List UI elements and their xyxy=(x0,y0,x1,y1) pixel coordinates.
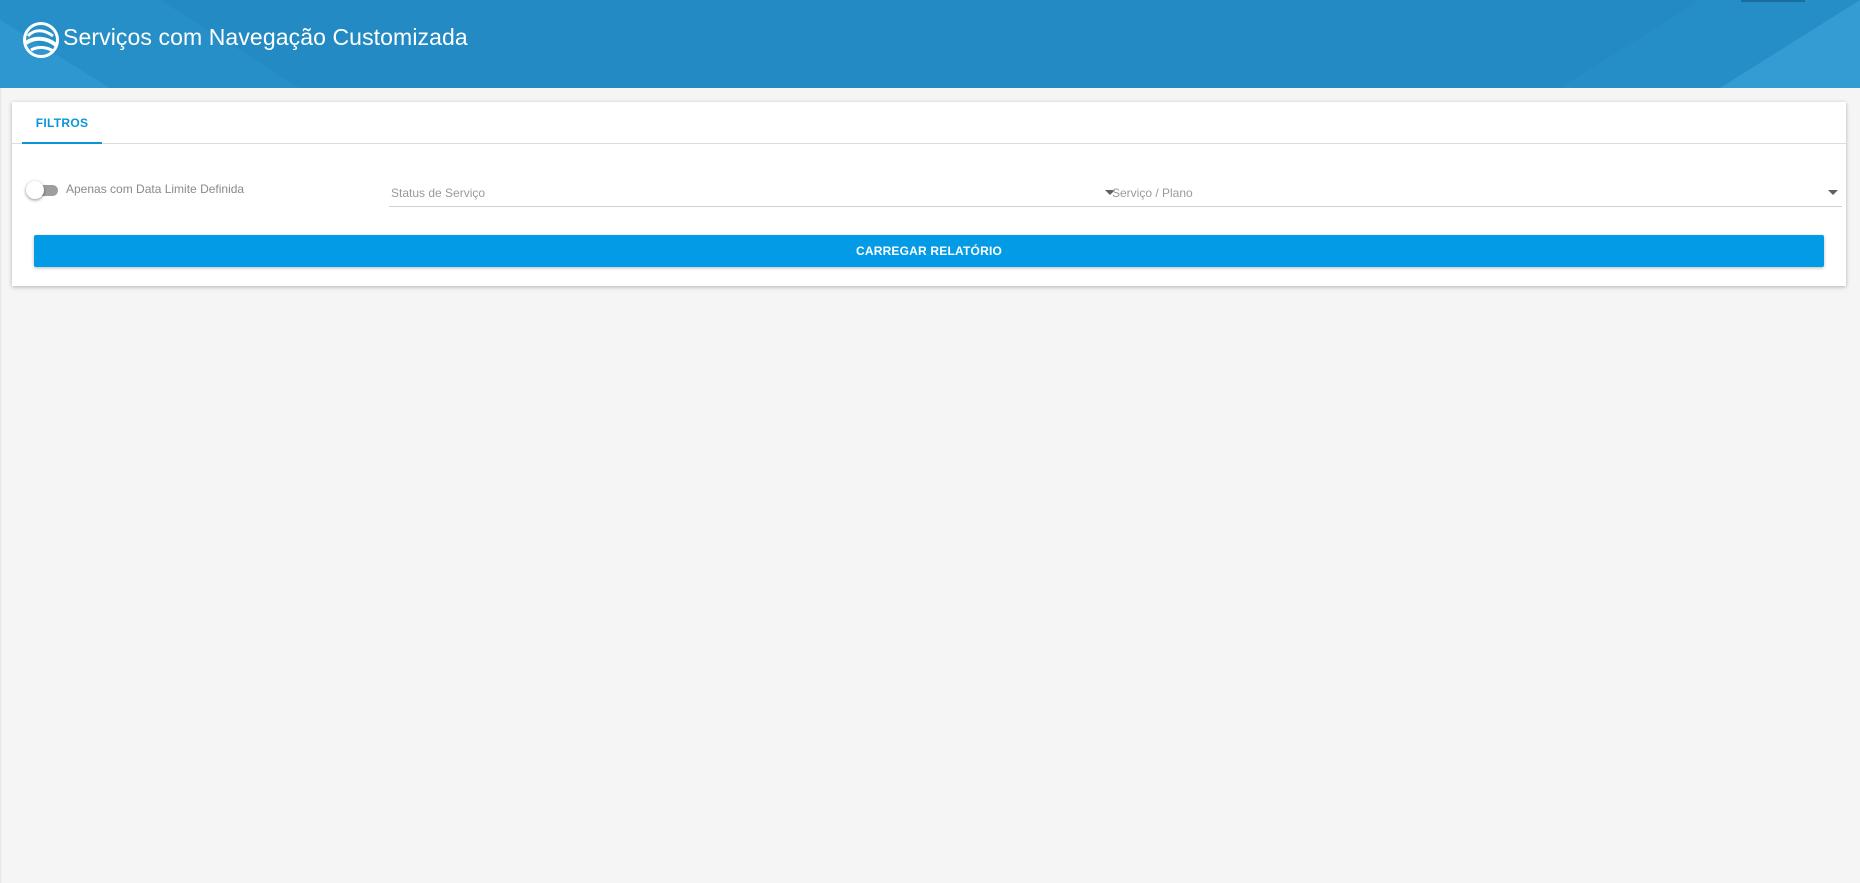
left-edge-shadow xyxy=(0,88,2,883)
dropdown-arrow-icon xyxy=(1828,190,1838,195)
tab-filtros[interactable]: FILTROS xyxy=(22,102,102,144)
tab-bar: FILTROS xyxy=(12,102,1846,144)
servico-plano-placeholder: Serviço / Plano xyxy=(1112,186,1193,200)
app-header: Serviços com Navegação Customizada xyxy=(0,0,1860,88)
page-title: Serviços com Navegação Customizada xyxy=(63,24,468,50)
active-tab-indicator xyxy=(22,142,102,144)
data-limite-toggle-label: Apenas com Data Limite Definida xyxy=(66,182,245,196)
servico-plano-select[interactable]: Serviço / Plano xyxy=(1110,180,1842,207)
carregar-relatorio-button[interactable]: CARREGAR RELATÓRIO xyxy=(34,235,1824,267)
status-servico-placeholder: Status de Serviço xyxy=(391,186,486,200)
filters-card: FILTROS Apenas com Data Limite Definida … xyxy=(12,102,1846,286)
header-top-right-marker xyxy=(1741,0,1805,2)
status-servico-select[interactable]: Status de Serviço xyxy=(389,180,1119,207)
toggle-thumb xyxy=(26,181,44,199)
globe-wave-logo-icon xyxy=(23,22,59,58)
data-limite-toggle[interactable] xyxy=(26,180,60,200)
